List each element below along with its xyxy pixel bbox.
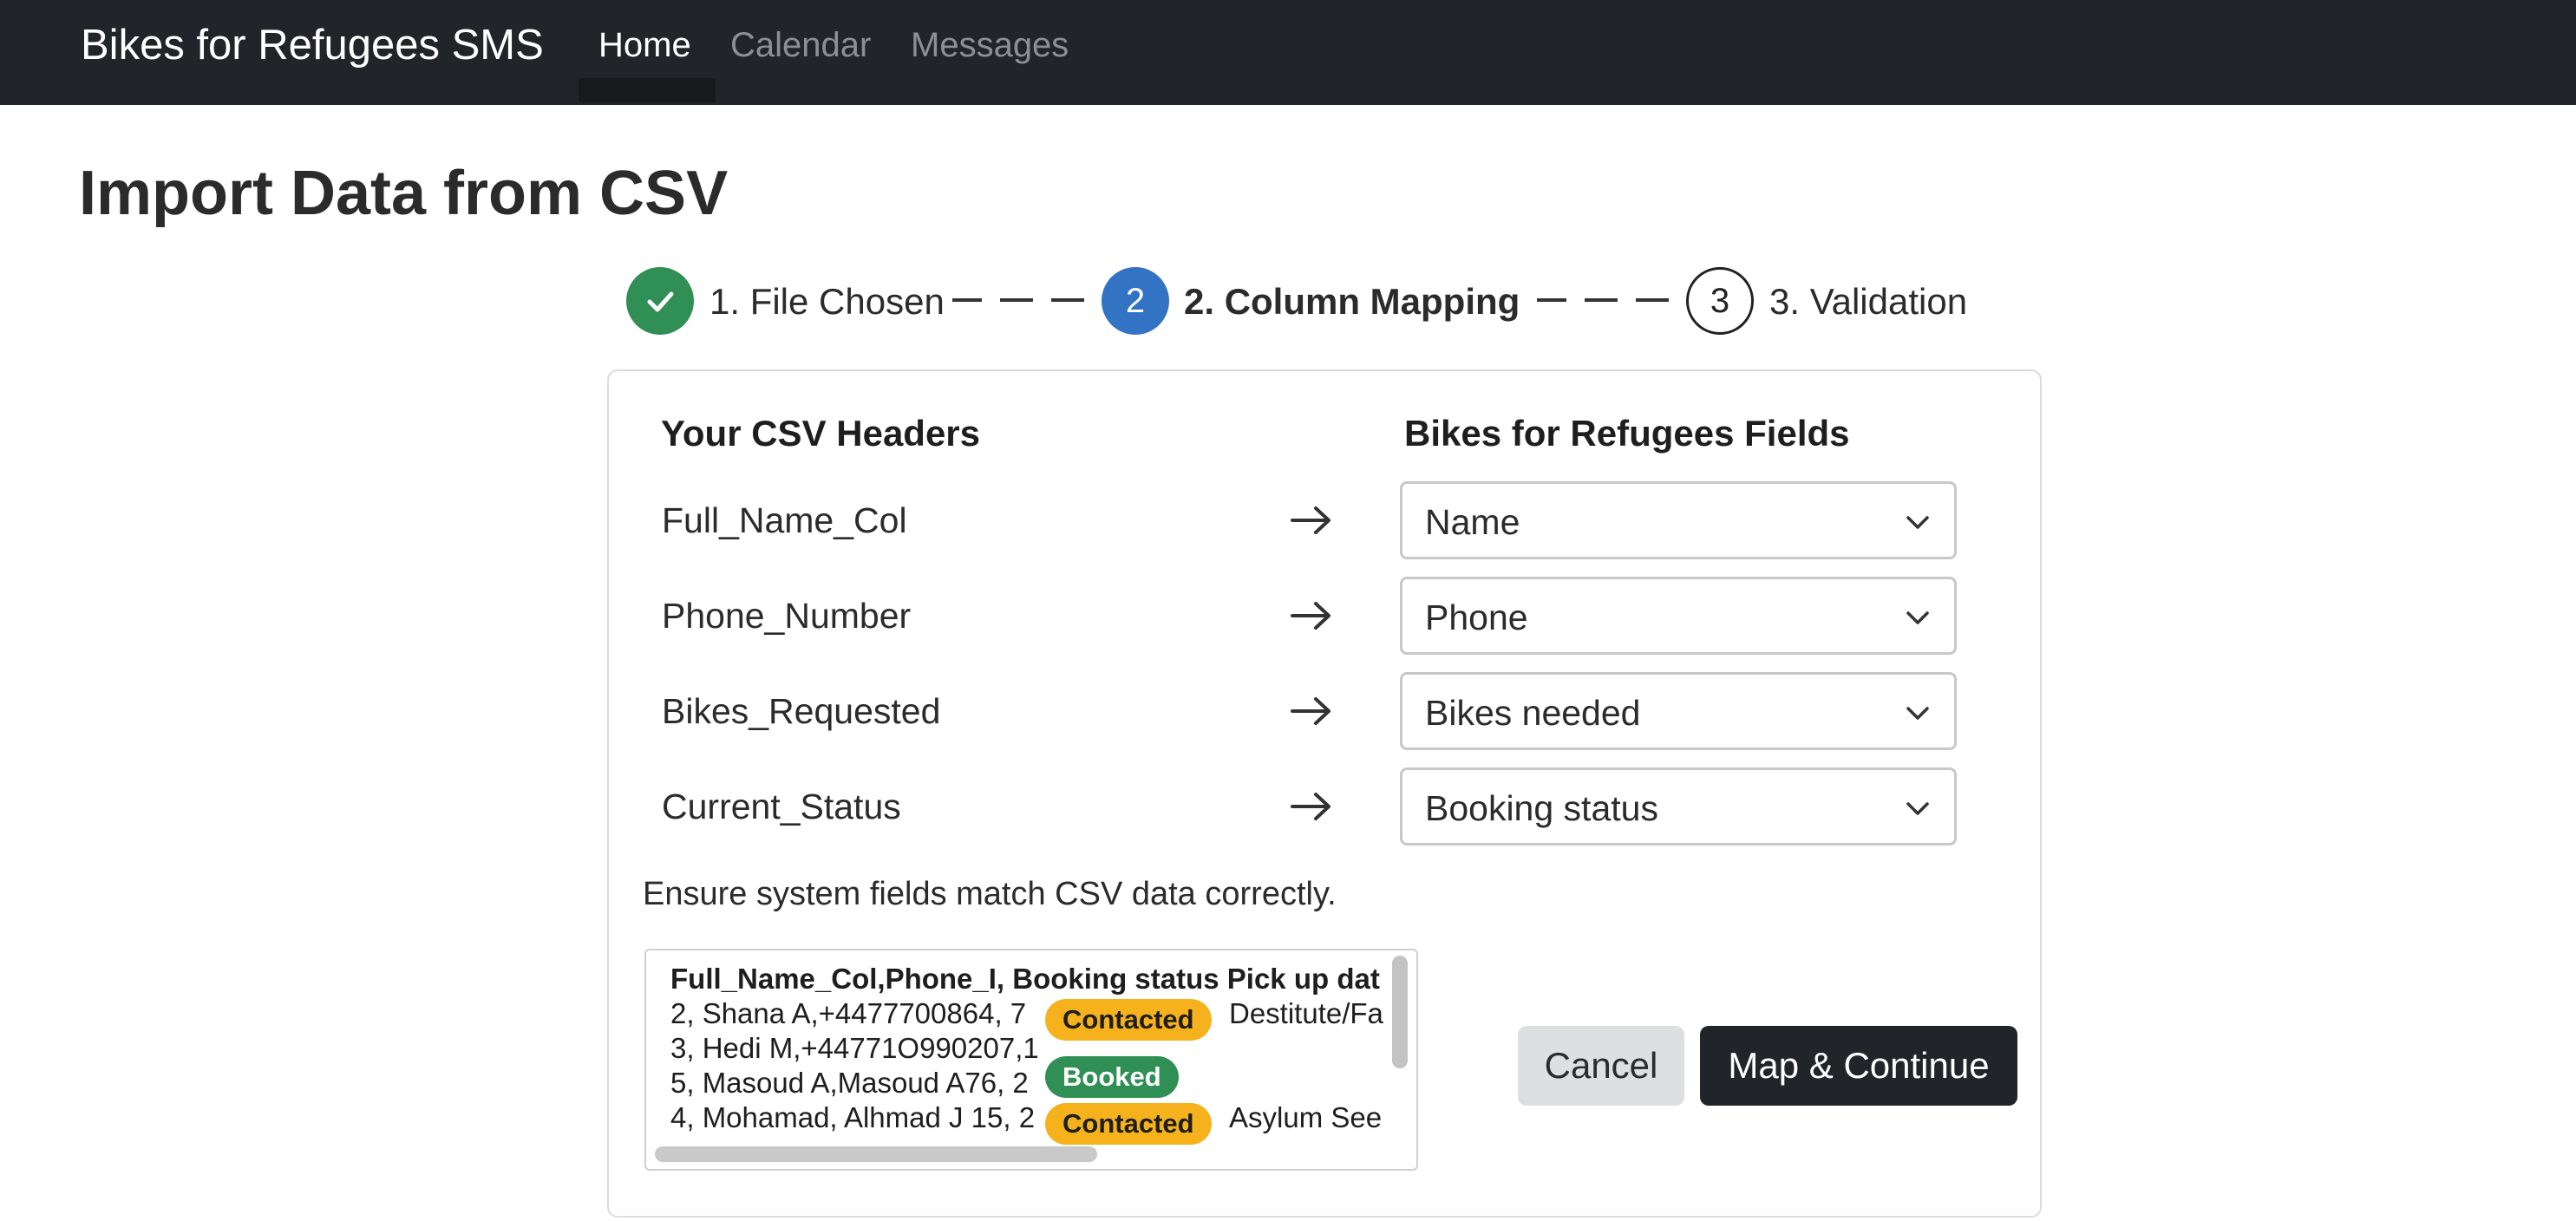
- preview-header-row: Full_Name_Col,Phone_I, Booking status Pi…: [670, 963, 1380, 995]
- field-select-value: Phone: [1425, 597, 1528, 637]
- step-connector-2: [1537, 298, 1669, 302]
- cancel-button[interactable]: Cancel: [1518, 1026, 1684, 1106]
- chevron-down-icon: [1906, 707, 1929, 720]
- top-navbar: Bikes for Refugees SMS Home Calendar Mes…: [0, 0, 2576, 105]
- csv-headers-heading: Your CSV Headers: [661, 413, 981, 454]
- preview-row-trail: Destitute/Fa: [1229, 997, 1383, 1029]
- preview-row-trail: Asylum See: [1229, 1101, 1383, 1133]
- csv-header-phone: Phone_Number: [662, 596, 912, 636]
- preview-row-text: 5, Masoud A,Masoud A76, 2: [670, 1067, 1029, 1099]
- map-and-continue-button[interactable]: Map & Continue: [1700, 1026, 2017, 1106]
- nav-active-indicator: [579, 78, 716, 102]
- preview-row-text: 3, Hedi M,+44771O990207,1: [670, 1032, 1039, 1064]
- csv-header-status: Current_Status: [662, 787, 901, 826]
- step-3-badge: 3: [1686, 267, 1754, 335]
- mapping-hint: Ensure system fields match CSV data corr…: [643, 876, 1337, 912]
- preview-row-text: 4, Mohamad, Alhmad J 15, 2: [670, 1101, 1036, 1133]
- status-badge-contacted: Contacted: [1045, 999, 1212, 1041]
- arrow-right-icon: [1287, 496, 1336, 545]
- step-3-label: 3. Validation: [1769, 281, 1968, 322]
- field-select-value: Name: [1425, 502, 1520, 542]
- arrow-right-icon: [1287, 687, 1336, 735]
- status-badge-booked: Booked: [1045, 1056, 1179, 1098]
- status-badge-contacted: Contacted: [1045, 1103, 1212, 1145]
- step-1-label: 1. File Chosen: [709, 281, 945, 322]
- preview-vertical-scrollbar[interactable]: [1392, 956, 1408, 1068]
- field-select-phone[interactable]: Phone: [1400, 577, 1957, 655]
- step-2-badge: 2: [1102, 267, 1169, 335]
- step-1-complete-badge: [626, 267, 694, 335]
- chevron-down-icon: [1906, 802, 1929, 815]
- nav-link-home[interactable]: Home: [598, 23, 691, 68]
- arrow-right-icon: [1287, 591, 1336, 640]
- system-fields-heading: Bikes for Refugees Fields: [1404, 413, 1850, 454]
- csv-header-bikes: Bikes_Requested: [662, 691, 941, 731]
- csv-header-full-name: Full_Name_Col: [662, 500, 907, 540]
- step-connector-1: [952, 298, 1084, 302]
- field-select-bikes[interactable]: Bikes needed: [1400, 672, 1957, 750]
- nav-link-calendar[interactable]: Calendar: [730, 23, 871, 68]
- field-select-value: Bikes needed: [1425, 693, 1641, 733]
- nav-link-messages[interactable]: Messages: [911, 23, 1069, 68]
- chevron-down-icon: [1906, 516, 1929, 529]
- field-select-value: Booking status: [1425, 788, 1658, 828]
- step-2-label: 2. Column Mapping: [1184, 281, 1520, 322]
- field-select-name[interactable]: Name: [1400, 481, 1957, 559]
- preview-horizontal-scrollbar[interactable]: [655, 1146, 1097, 1162]
- csv-preview-box[interactable]: Full_Name_Col,Phone_I, Booking status Pi…: [644, 949, 1418, 1171]
- check-icon: [647, 291, 674, 312]
- field-select-status[interactable]: Booking status: [1400, 767, 1957, 846]
- preview-row-text: 2, Shana A,+4477700864, 7: [670, 997, 1027, 1029]
- navbar-brand[interactable]: Bikes for Refugees SMS: [81, 21, 544, 69]
- chevron-down-icon: [1906, 611, 1929, 624]
- page-title: Import Data from CSV: [79, 159, 729, 228]
- arrow-right-icon: [1287, 782, 1336, 831]
